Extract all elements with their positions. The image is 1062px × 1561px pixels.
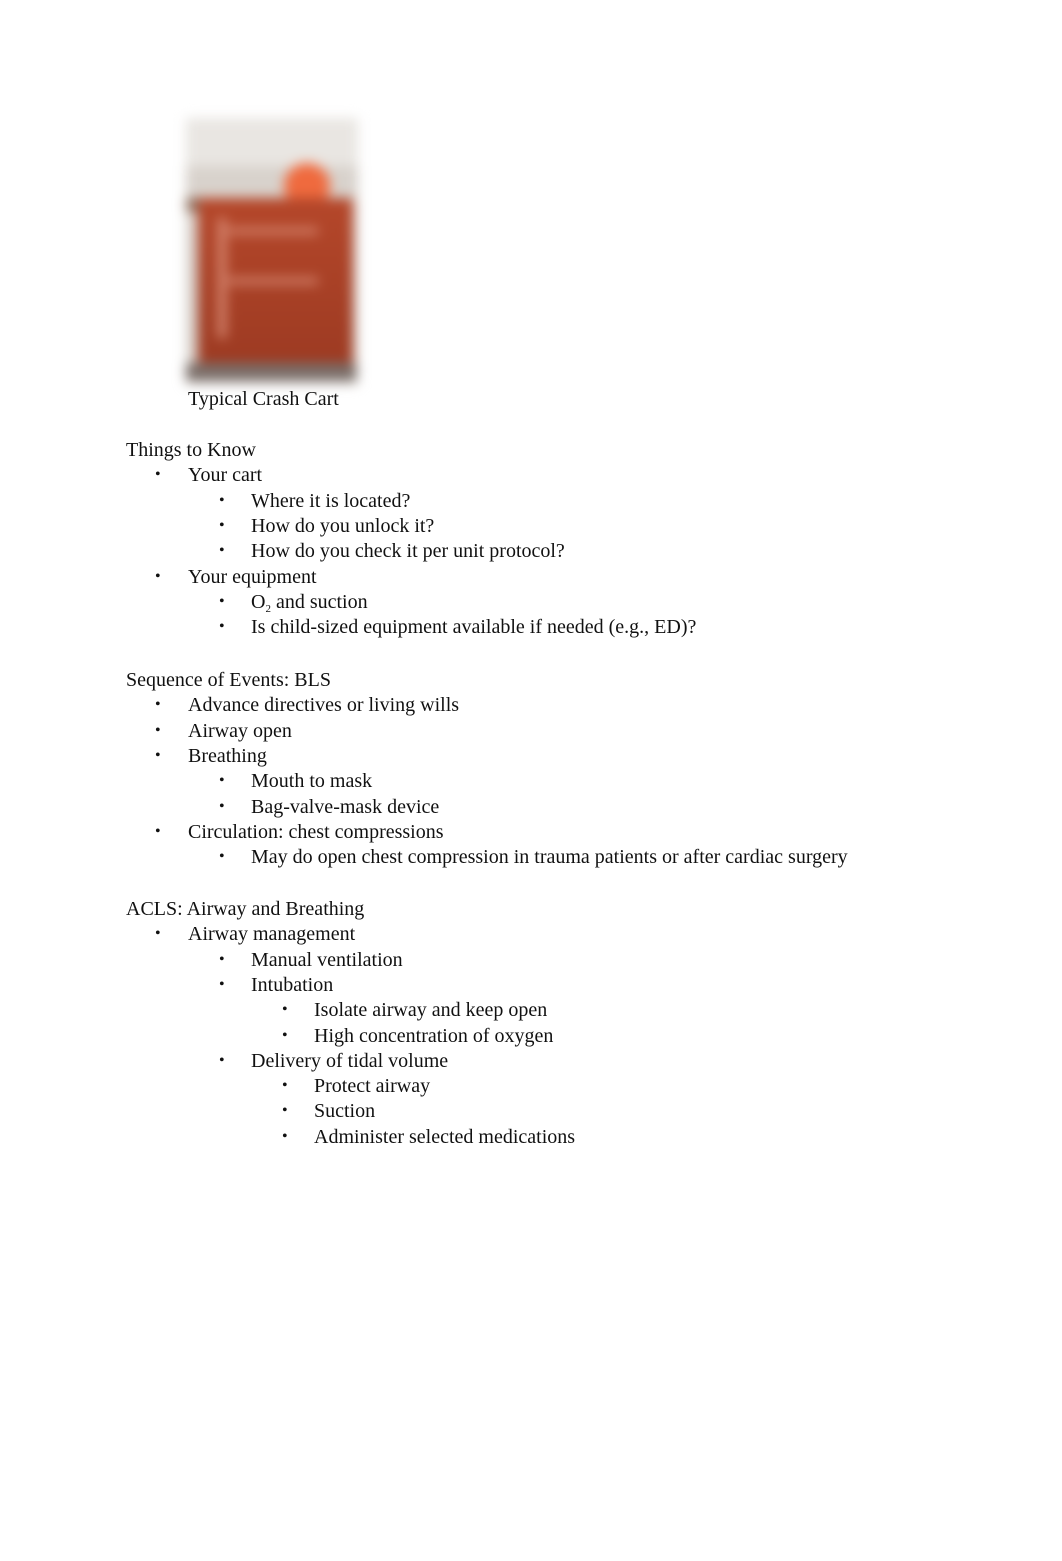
list-item-level-1: Airway management	[188, 921, 355, 947]
list-item-level-2: Where it is located?	[251, 488, 410, 514]
crash-cart-image	[186, 118, 358, 384]
list-item-level-2: Delivery of tidal volume	[251, 1048, 448, 1074]
list-item-text: Isolate airway and keep open	[314, 999, 548, 1022]
list-item-level-2: Manual ventilation	[251, 947, 403, 973]
list-item-text: Suction	[314, 1100, 376, 1123]
section-heading: Sequence of Events: BLS	[126, 669, 331, 691]
list-item-level-2: Is child-sized equipment available if ne…	[251, 614, 696, 640]
bullet-icon: •	[282, 1077, 288, 1095]
bullet-icon: •	[155, 466, 161, 484]
bullet-icon: •	[219, 772, 225, 790]
bullet-icon: •	[219, 516, 225, 534]
list-item-level-3: Protect airway	[314, 1073, 430, 1099]
section-heading: ACLS: Airway and Breathing	[126, 898, 365, 920]
list-item-level-2: Bag-valve-mask device	[251, 794, 439, 820]
bullet-icon: •	[219, 950, 225, 968]
bullet-icon: •	[219, 618, 225, 636]
list-item-text: How do you check it per unit protocol?	[251, 540, 565, 563]
list-item-level-2: Intubation	[251, 972, 333, 998]
bullet-icon: •	[219, 592, 225, 610]
bullet-icon: •	[282, 1102, 288, 1120]
list-item-level-2: May do open chest compression in trauma …	[251, 844, 848, 870]
list-item-level-2: How do you check it per unit protocol?	[251, 538, 565, 564]
bullet-icon: •	[282, 1001, 288, 1019]
bullet-icon: •	[155, 721, 161, 739]
list-item-level-2: Mouth to mask	[251, 768, 372, 794]
bullet-icon: •	[155, 696, 161, 714]
list-item-text: Where it is located?	[251, 489, 411, 512]
list-item-text: May do open chest compression in trauma …	[251, 846, 848, 869]
list-item-text: Airway management	[188, 923, 356, 946]
list-item-text: Protect airway	[314, 1075, 431, 1098]
image-caption: Typical Crash Cart	[188, 388, 339, 410]
bullet-icon: •	[219, 848, 225, 866]
list-item-text: Circulation: chest compressions	[188, 820, 444, 843]
list-item-text: Airway open	[188, 719, 292, 742]
list-item-text: Delivery of tidal volume	[251, 1049, 449, 1072]
list-item-text: Administer selected medications	[314, 1125, 576, 1148]
list-item-text: Mouth to mask	[251, 770, 373, 793]
bullet-icon: •	[219, 1051, 225, 1069]
list-item-level-1: Breathing	[188, 743, 267, 769]
list-item-level-3: Administer selected medications	[314, 1124, 575, 1150]
bullet-icon: •	[155, 746, 161, 764]
list-item-text: Your cart	[188, 464, 263, 487]
bullet-icon: •	[219, 542, 225, 560]
list-item-text: Your equipment	[188, 565, 317, 588]
bullet-icon: •	[282, 1026, 288, 1044]
bullet-icon: •	[219, 797, 225, 815]
bullet-icon: •	[282, 1127, 288, 1145]
bullet-icon: •	[155, 822, 161, 840]
list-item-level-3: High concentration of oxygen	[314, 1023, 553, 1049]
list-item-text: Intubation	[251, 973, 334, 996]
bullet-icon: •	[219, 491, 225, 509]
list-item-text: Is child-sized equipment available if ne…	[251, 616, 697, 639]
list-item-level-1: Advance directives or living wills	[188, 692, 459, 718]
list-item-text: High concentration of oxygen	[314, 1024, 554, 1047]
bullet-icon: •	[219, 975, 225, 993]
list-item-level-2: How do you unlock it?	[251, 513, 434, 539]
section-heading: Things to Know	[126, 439, 256, 461]
list-item-level-1: Your cart	[188, 462, 262, 488]
list-item-level-1: Airway open	[188, 718, 292, 744]
list-item-text: Bag-valve-mask device	[251, 795, 440, 818]
list-item-text-suffix: and suction	[270, 590, 368, 613]
list-item-level-3: Suction	[314, 1098, 375, 1124]
list-item-text: Advance directives or living wills	[188, 694, 460, 717]
list-item-level-1: Circulation: chest compressions	[188, 819, 444, 845]
bullet-icon: •	[155, 925, 161, 943]
list-item-text: How do you unlock it?	[251, 514, 435, 537]
list-item-text: O	[251, 590, 266, 613]
list-item-text: Breathing	[188, 744, 267, 767]
list-item-level-1: Your equipment	[188, 564, 317, 590]
bullet-icon: •	[155, 567, 161, 585]
list-item-text: Manual ventilation	[251, 948, 403, 971]
list-item-level-3: Isolate airway and keep open	[314, 997, 547, 1023]
